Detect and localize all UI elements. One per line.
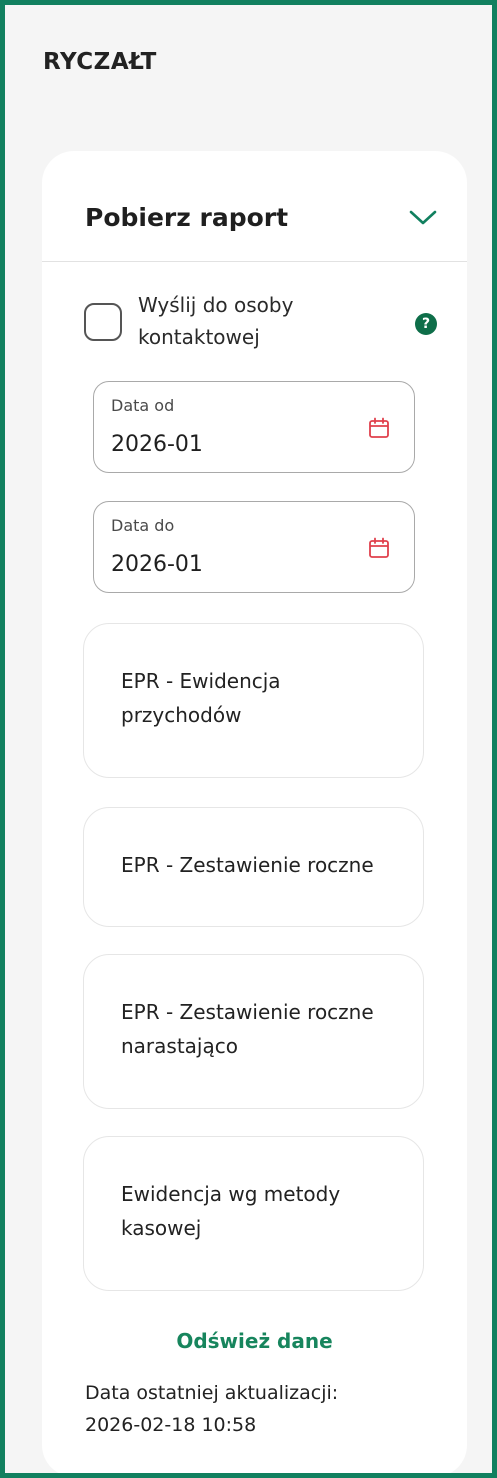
chevron-down-icon[interactable] xyxy=(407,205,439,229)
report-button-ewidencja-kasowa[interactable]: Ewidencja wg metody kasowej xyxy=(83,1136,424,1291)
app-frame: RYCZAŁT Pobierz raport Wyślij do osoby k… xyxy=(0,0,497,1478)
date-to-value: 2026-01 xyxy=(111,552,203,577)
report-button-epr-ewidencja[interactable]: EPR - Ewidencja przychodów xyxy=(83,623,424,778)
last-update-info: Data ostatniej aktualizacji: 2026-02-18 … xyxy=(85,1377,425,1441)
refresh-data-link[interactable]: Odśwież dane xyxy=(42,1329,467,1353)
send-to-contact-row: Wyślij do osoby kontaktowej ? xyxy=(82,289,442,355)
calendar-icon[interactable] xyxy=(367,536,391,560)
date-to-label: Data do xyxy=(111,516,175,535)
send-to-contact-label: Wyślij do osoby kontaktowej xyxy=(138,293,294,349)
date-from-value: 2026-01 xyxy=(111,432,203,457)
card-title: Pobierz raport xyxy=(85,203,289,232)
report-button-epr-zestawienie-narastajaco[interactable]: EPR - Zestawienie roczne narastająco xyxy=(83,954,424,1109)
calendar-icon[interactable] xyxy=(367,416,391,440)
report-button-label: EPR - Ewidencja przychodów xyxy=(121,669,281,727)
report-button-label: Ewidencja wg metody kasowej xyxy=(121,1182,341,1240)
send-to-contact-checkbox[interactable] xyxy=(84,303,122,341)
report-button-label: EPR - Zestawienie roczne narastająco xyxy=(121,1000,374,1058)
question-icon[interactable]: ? xyxy=(415,313,437,335)
report-button-epr-zestawienie[interactable]: EPR - Zestawienie roczne xyxy=(83,807,424,927)
last-update-label: Data ostatniej aktualizacji: xyxy=(85,1382,339,1404)
date-from-label: Data od xyxy=(111,396,175,415)
report-card: Pobierz raport Wyślij do osoby kontaktow… xyxy=(42,151,467,1473)
report-button-label: EPR - Zestawienie roczne xyxy=(121,853,374,877)
card-header[interactable]: Pobierz raport xyxy=(42,151,467,262)
date-to-field[interactable]: Data do 2026-01 xyxy=(93,501,415,593)
last-update-value: 2026-02-18 10:58 xyxy=(85,1414,257,1436)
section-title: RYCZAŁT xyxy=(43,49,157,75)
date-from-field[interactable]: Data od 2026-01 xyxy=(93,381,415,473)
